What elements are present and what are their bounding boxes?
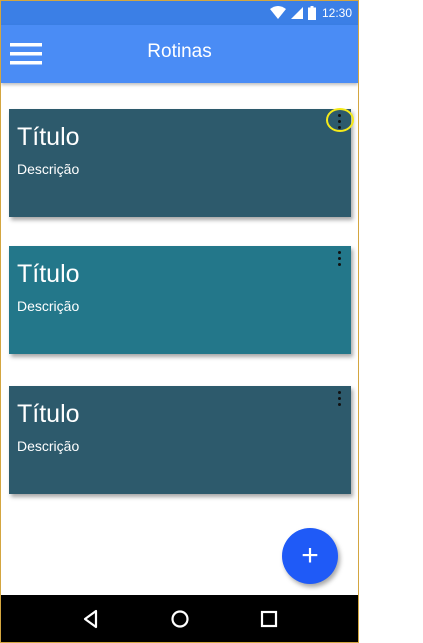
nav-home-button[interactable] <box>168 607 192 631</box>
add-routine-button[interactable]: + <box>282 528 338 584</box>
signal-icon <box>290 7 303 19</box>
card-title: Título <box>17 400 80 428</box>
nav-back-button[interactable] <box>79 607 103 631</box>
status-icons: 12:30 <box>269 5 352 21</box>
more-vert-icon <box>337 250 341 254</box>
wifi-icon <box>269 6 286 19</box>
card-more-options-button[interactable] <box>331 111 347 131</box>
back-icon <box>83 609 98 629</box>
battery-icon <box>307 6 316 20</box>
home-icon <box>171 610 189 628</box>
routine-card[interactable]: Título Descrição <box>9 109 351 217</box>
more-vert-icon <box>337 113 341 117</box>
phone-screen: 12:30 Rotinas Título Descrição Título De… <box>0 0 359 643</box>
more-vert-icon <box>337 390 341 394</box>
recents-icon <box>260 610 278 628</box>
card-description: Descrição <box>17 298 80 314</box>
routine-card[interactable]: Título Descrição <box>9 386 351 494</box>
card-more-options-button[interactable] <box>331 248 347 268</box>
app-bar: Rotinas <box>1 25 358 83</box>
plus-icon: + <box>301 539 319 572</box>
app-title: Rotinas <box>147 41 212 62</box>
routine-card[interactable]: Título Descrição <box>9 246 351 354</box>
status-time: 12:30 <box>321 6 352 20</box>
status-bar: 12:30 <box>1 1 358 25</box>
card-description: Descrição <box>17 161 80 177</box>
nav-recents-button[interactable] <box>257 607 281 631</box>
card-title: Título <box>17 123 80 151</box>
card-title: Título <box>17 260 80 288</box>
navigation-bar <box>1 595 358 642</box>
card-more-options-button[interactable] <box>331 388 347 408</box>
card-description: Descrição <box>17 438 80 454</box>
